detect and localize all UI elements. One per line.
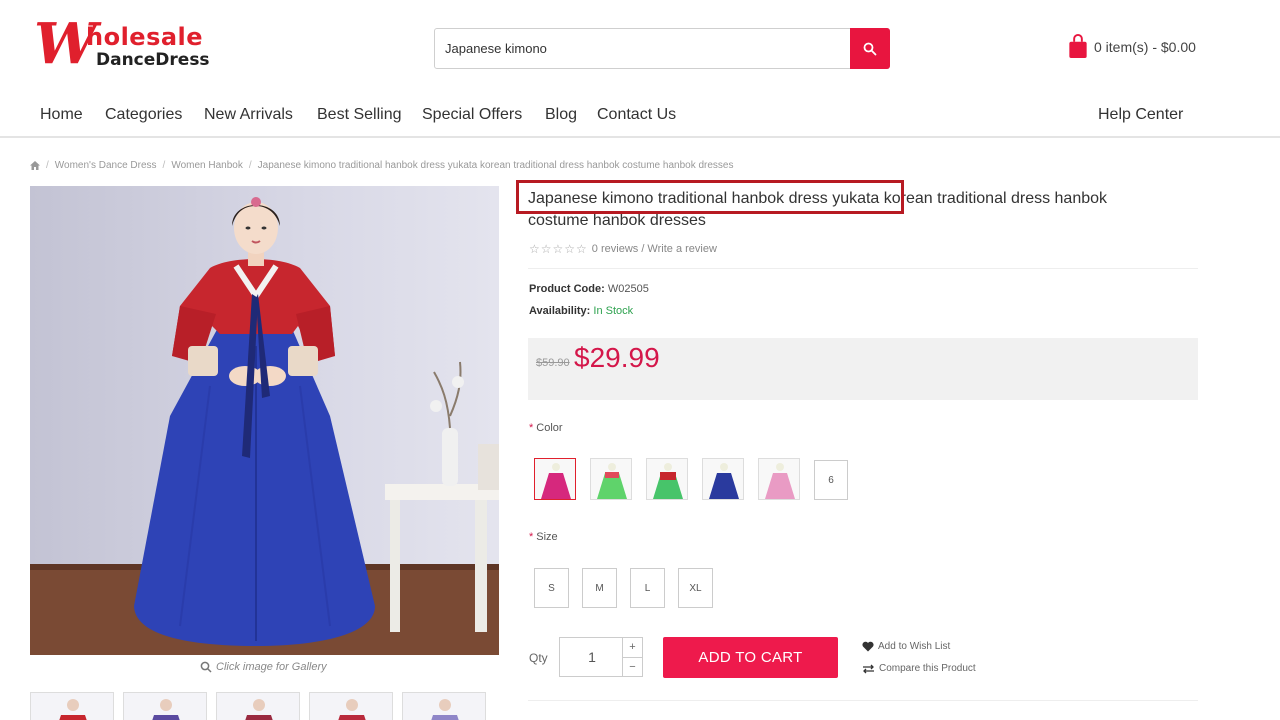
swatch-dress-icon [709,463,739,499]
color-option-label: * Color [529,422,563,434]
availability: Availability: In Stock [529,305,633,317]
compare-arrows-icon [863,664,874,673]
breadcrumb-separator: / [248,160,252,171]
add-to-wishlist-link[interactable]: Add to Wish List [862,641,950,652]
price-box: $59.90 $29.99 [528,338,1198,400]
search-button[interactable] [850,28,890,69]
color-swatch-blue[interactable] [702,458,744,500]
thumbnail-photo [152,699,180,720]
color-label-text: Color [536,422,563,434]
search-icon [863,42,877,55]
rating-stars-icon: ☆☆☆☆☆ [529,242,588,256]
product-code-label: Product Code: [529,283,605,295]
breadcrumb-item[interactable]: Women's Dance Dress [55,160,157,171]
add-to-cart-button[interactable]: ADD TO CART [663,637,838,678]
thumbnail[interactable] [123,692,207,720]
quantity-stepper: + − [559,637,643,677]
title-highlight-box [516,180,904,214]
thumbnail-strip [30,692,486,720]
thumbnail-photo [59,699,87,720]
product-rating: ☆☆☆☆☆ 0 reviews / Write a review [529,242,717,256]
divider [528,268,1198,269]
thumbnail[interactable] [309,692,393,720]
size-option-xl[interactable]: XL [678,568,713,608]
breadcrumb-separator: / [46,160,49,171]
qty-label: Qty [529,651,548,665]
heart-icon [862,641,874,652]
size-option-label: * Size [529,531,558,543]
thumbnail[interactable] [402,692,486,720]
required-marker: * [529,422,534,434]
nav-new-arrivals[interactable]: New Arrivals [204,106,293,124]
search-input[interactable] [435,29,849,68]
nav-contact-us[interactable]: Contact Us [597,106,676,124]
nav-special-offers[interactable]: Special Offers [422,106,522,124]
color-swatch-green[interactable] [590,458,632,500]
cart-summary[interactable]: 0 item(s) - $0.00 [1068,34,1196,59]
color-swatches: 6 [534,458,848,500]
compare-text: Compare this Product [879,663,976,674]
color-swatch-magenta[interactable] [534,458,576,500]
swatch-dress-icon [653,463,683,499]
qty-increment-button[interactable]: + [623,638,642,658]
old-price: $59.90 [536,357,570,369]
product-code: Product Code: W02505 [529,283,649,295]
size-option-s[interactable]: S [534,568,569,608]
divider [528,700,1198,701]
availability-value: In Stock [593,305,634,317]
thumbnail[interactable] [30,692,114,720]
availability-label: Availability: [529,305,591,317]
nav-categories[interactable]: Categories [105,106,182,124]
size-options: S M L XL [534,568,713,608]
thumbnail-photo [338,699,366,720]
shopping-bag-icon [1069,34,1087,59]
main-nav: Home Categories New Arrivals Best Sellin… [0,96,1280,138]
required-marker: * [529,531,534,543]
nav-best-selling[interactable]: Best Selling [317,106,402,124]
color-swatch-more[interactable]: 6 [814,460,848,500]
thumbnail[interactable] [216,692,300,720]
breadcrumb: / Women's Dance Dress / Women Hanbok / J… [30,160,733,171]
site-logo[interactable]: W holesale DanceDress [34,16,254,76]
product-photo [30,186,499,655]
current-price: $29.99 [574,342,660,373]
product-code-value: W02505 [607,283,649,295]
nav-blog[interactable]: Blog [545,106,577,124]
nav-home[interactable]: Home [40,106,83,124]
product-main-image[interactable] [30,186,499,655]
zoom-icon [200,661,212,673]
color-swatch-pink[interactable] [758,458,800,500]
color-swatch-red-green[interactable] [646,458,688,500]
qty-decrement-button[interactable]: − [623,658,642,677]
wishlist-text: Add to Wish List [878,641,951,652]
logo-line1: holesale [86,23,204,51]
thumbnail-photo [431,699,459,720]
logo-line2: DanceDress [96,50,210,70]
breadcrumb-item[interactable]: Women Hanbok [171,160,243,171]
gallery-hint-text: Click image for Gallery [216,661,327,673]
size-option-l[interactable]: L [630,568,665,608]
reviews-link[interactable]: 0 reviews / Write a review [592,243,717,255]
swatch-dress-icon [765,463,795,499]
home-icon[interactable] [30,161,40,170]
breadcrumb-separator: / [162,160,166,171]
swatch-dress-icon [541,463,571,499]
breadcrumb-item-current[interactable]: Japanese kimono traditional hanbok dress… [258,160,734,171]
size-option-m[interactable]: M [582,568,617,608]
thumbnail-photo [245,699,273,720]
qty-stepper-buttons: + − [622,638,642,676]
compare-product-link[interactable]: Compare this Product [862,663,976,674]
nav-help-center[interactable]: Help Center [1098,106,1183,124]
cart-text: 0 item(s) - $0.00 [1094,38,1196,55]
size-label-text: Size [536,531,558,543]
quantity-input[interactable] [560,638,624,676]
gallery-hint: Click image for Gallery [200,661,327,673]
search-bar [434,28,890,69]
swatch-dress-icon [597,463,627,499]
